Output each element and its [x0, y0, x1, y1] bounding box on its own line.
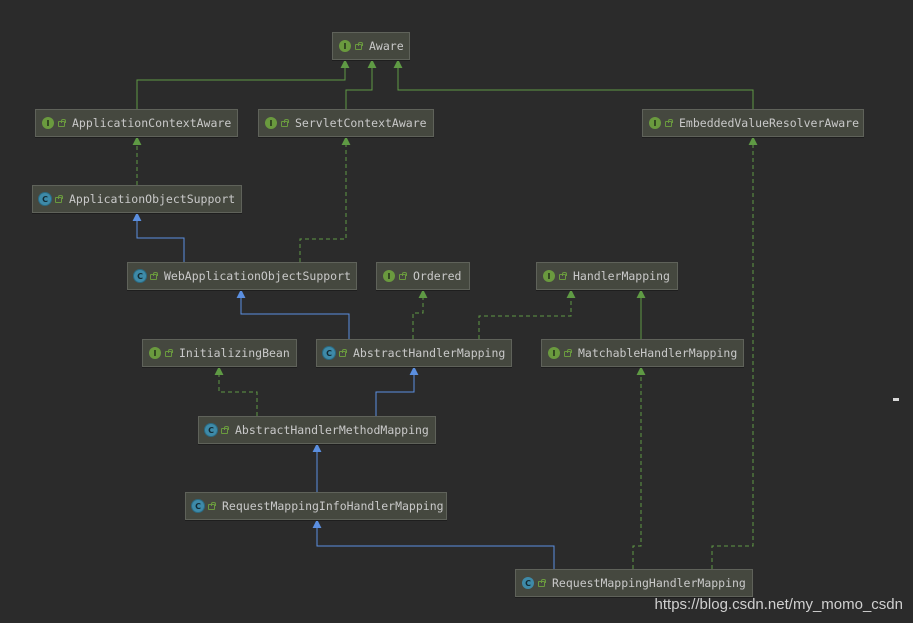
- node-handlermapping[interactable]: I HandlerMapping: [536, 262, 678, 290]
- node-aware[interactable]: I Aware: [332, 32, 410, 60]
- diagram-edges: [132, 59, 758, 569]
- abstract-class-icon: C: [205, 424, 217, 436]
- node-reqinfo[interactable]: C RequestMappingInfoHandlerMapping: [185, 492, 447, 520]
- interface-icon: I: [383, 270, 395, 282]
- node-label: ApplicationObjectSupport: [69, 192, 236, 206]
- public-lock-icon: [208, 502, 216, 510]
- edge-abshandler-to-handlermapping: [478, 289, 576, 339]
- node-reqmapping[interactable]: C RequestMappingHandlerMapping: [515, 569, 753, 597]
- node-label: Ordered: [413, 269, 462, 283]
- node-servletctx[interactable]: I ServletContextAware: [258, 109, 434, 137]
- public-lock-icon: [58, 119, 66, 127]
- class-icon: C: [522, 577, 534, 589]
- node-label: AbstractHandlerMapping: [353, 346, 506, 360]
- node-label: MatchableHandlerMapping: [578, 346, 738, 360]
- interface-icon: I: [649, 117, 661, 129]
- node-label: EmbeddedValueResolverAware: [679, 116, 860, 130]
- edge-reqmapping-to-reqinfo: [312, 519, 555, 569]
- node-matchable[interactable]: I MatchableHandlerMapping: [541, 339, 744, 367]
- watermark: https://blog.csdn.net/my_momo_csdn: [654, 596, 903, 613]
- interface-icon: I: [548, 347, 560, 359]
- node-label: RequestMappingInfoHandlerMapping: [222, 499, 444, 513]
- node-initbean[interactable]: I InitializingBean: [142, 339, 297, 367]
- edge-appctx-to-aware: [136, 59, 350, 109]
- node-label: WebApplicationObjectSupport: [164, 269, 351, 283]
- node-appobj[interactable]: C ApplicationObjectSupport: [32, 185, 242, 213]
- edge-servletctx-to-aware: [345, 59, 377, 109]
- edge-reqmapping-to-matchable: [632, 366, 646, 569]
- node-appctx[interactable]: I ApplicationContextAware: [35, 109, 238, 137]
- node-label: InitializingBean: [179, 346, 290, 360]
- edge-abshandlermethod-to-initbean: [214, 366, 258, 416]
- scroll-marker: [893, 398, 899, 401]
- edge-abshandlermethod-to-abshandler: [375, 366, 419, 416]
- abstract-class-icon: C: [134, 270, 146, 282]
- abstract-class-icon: C: [39, 193, 51, 205]
- public-lock-icon: [399, 272, 407, 280]
- node-label: AbstractHandlerMethodMapping: [235, 423, 429, 437]
- edge-embedded-to-aware: [393, 59, 754, 109]
- interface-icon: I: [543, 270, 555, 282]
- public-lock-icon: [221, 426, 229, 434]
- node-embedded[interactable]: I EmbeddedValueResolverAware: [642, 109, 864, 137]
- node-abshandlermethod[interactable]: C AbstractHandlerMethodMapping: [198, 416, 436, 444]
- public-lock-icon: [165, 349, 173, 357]
- node-label: ServletContextAware: [295, 116, 427, 130]
- interface-icon: I: [265, 117, 277, 129]
- public-lock-icon: [55, 195, 63, 203]
- public-lock-icon: [564, 349, 572, 357]
- edge-webappobj-to-appobj: [132, 212, 185, 262]
- public-lock-icon: [538, 579, 546, 587]
- public-lock-icon: [150, 272, 158, 280]
- interface-icon: I: [42, 117, 54, 129]
- edge-abshandler-to-webappobj: [236, 289, 350, 339]
- node-abshandler[interactable]: C AbstractHandlerMapping: [316, 339, 512, 367]
- abstract-class-icon: C: [192, 500, 204, 512]
- interface-icon: I: [339, 40, 351, 52]
- public-lock-icon: [665, 119, 673, 127]
- public-lock-icon: [559, 272, 567, 280]
- edge-abshandler-to-ordered: [412, 289, 428, 339]
- public-lock-icon: [339, 349, 347, 357]
- node-label: ApplicationContextAware: [72, 116, 232, 130]
- node-label: Aware: [369, 39, 404, 53]
- interface-icon: I: [149, 347, 161, 359]
- node-ordered[interactable]: I Ordered: [376, 262, 470, 290]
- public-lock-icon: [281, 119, 289, 127]
- abstract-class-icon: C: [323, 347, 335, 359]
- public-lock-icon: [355, 42, 363, 50]
- node-label: HandlerMapping: [573, 269, 670, 283]
- node-label: RequestMappingHandlerMapping: [552, 576, 746, 590]
- edge-webappobj-to-servletctx: [299, 136, 351, 262]
- node-webappobj[interactable]: C WebApplicationObjectSupport: [127, 262, 357, 290]
